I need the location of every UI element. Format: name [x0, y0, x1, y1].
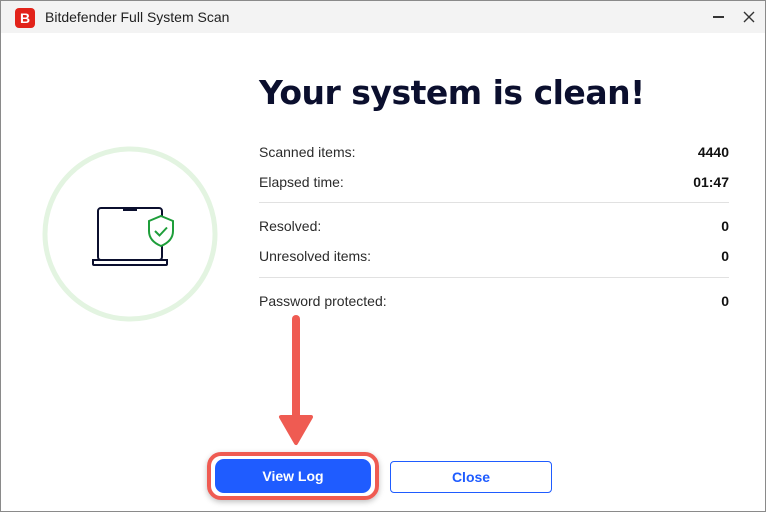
- stat-label: Password protected:: [259, 293, 387, 309]
- stat-resolved: Resolved: 0: [259, 218, 729, 238]
- page-title: Your system is clean!: [259, 73, 645, 112]
- stat-password-protected: Password protected: 0: [259, 293, 729, 313]
- divider: [259, 277, 729, 278]
- shield-check-icon: [148, 214, 174, 248]
- window-close-button[interactable]: [734, 4, 764, 30]
- stat-label: Resolved:: [259, 218, 322, 234]
- stat-value: 4440: [697, 144, 729, 160]
- stat-value: 0: [721, 218, 729, 234]
- stat-value: 0: [721, 293, 729, 309]
- window-title: Bitdefender Full System Scan: [45, 9, 230, 25]
- stat-label: Unresolved items:: [259, 248, 372, 264]
- title-bar: B Bitdefender Full System Scan: [1, 1, 765, 33]
- view-log-button[interactable]: View Log: [215, 459, 371, 493]
- stat-label: Scanned items:: [259, 144, 356, 160]
- minimize-button[interactable]: [703, 4, 733, 30]
- minimize-icon: [712, 16, 724, 18]
- scan-window: B Bitdefender Full System Scan Your syst…: [0, 0, 766, 512]
- stat-value: 01:47: [693, 174, 729, 190]
- divider: [259, 202, 729, 203]
- stat-scanned-items: Scanned items: 4440: [259, 144, 729, 164]
- annotation-arrow-icon: [279, 315, 313, 445]
- bitdefender-logo-icon: B: [15, 8, 35, 28]
- close-icon: [743, 11, 755, 23]
- stat-value: 0: [721, 248, 729, 264]
- close-button[interactable]: Close: [390, 461, 552, 493]
- stat-label: Elapsed time:: [259, 174, 344, 190]
- clean-laptop-illustration: [42, 146, 218, 322]
- stat-elapsed-time: Elapsed time: 01:47: [259, 174, 729, 194]
- stat-unresolved-items: Unresolved items: 0: [259, 248, 729, 268]
